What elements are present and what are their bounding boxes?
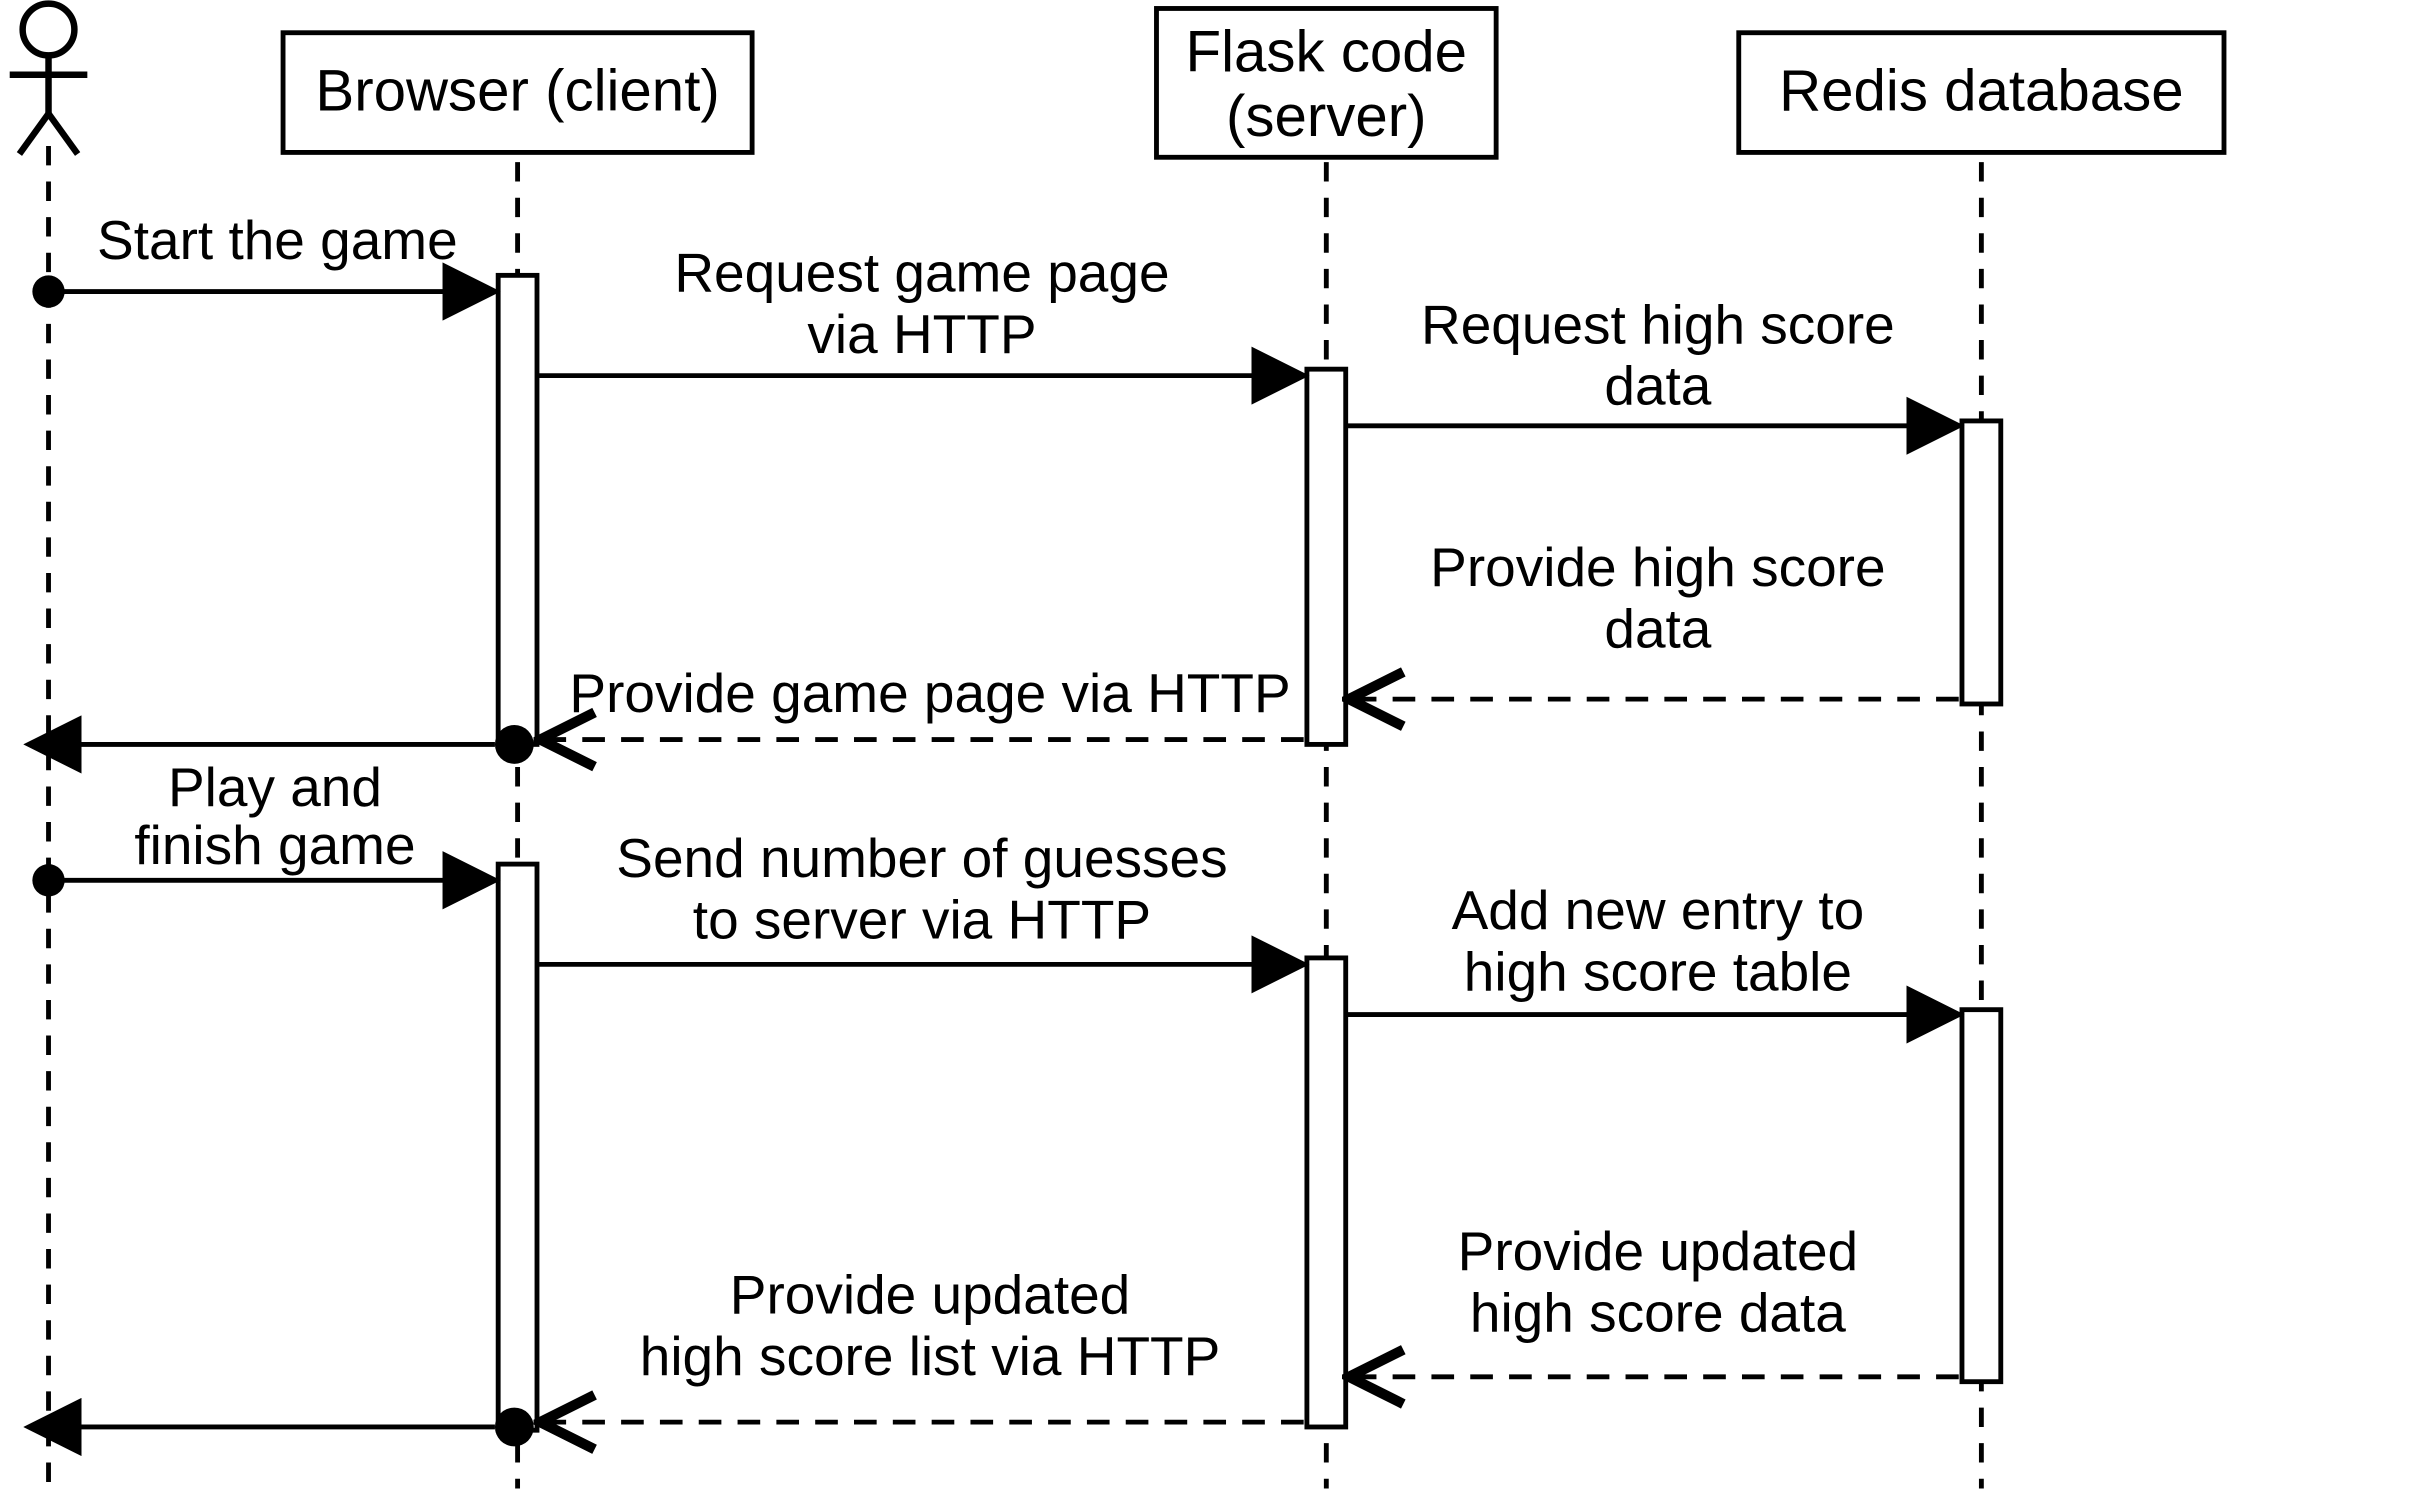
message-provide-page-label: Provide game page via HTTP — [569, 662, 1290, 724]
return-dot-2 — [495, 1408, 534, 1447]
message-play-finish-label-1: Play and — [168, 756, 382, 818]
message-request-page-label-1: Request game page — [674, 242, 1169, 304]
message-add-entry-label-2: high score table — [1464, 940, 1852, 1002]
participant-flask: Flask code (server) — [1156, 8, 1496, 157]
message-provide-updated-data-label-2: high score data — [1470, 1282, 1846, 1344]
message-request-page-label-2: via HTTP — [807, 303, 1036, 365]
participant-flask-label-1: Flask code — [1186, 20, 1468, 85]
activation-flask-2 — [1307, 958, 1346, 1427]
participant-redis-label: Redis database — [1779, 58, 2184, 123]
activation-redis-1 — [1962, 421, 2001, 704]
message-start-game-label: Start the game — [97, 209, 458, 271]
actor-icon — [10, 4, 88, 154]
message-provide-updated-data-label-1: Provide updated — [1458, 1220, 1858, 1282]
message-add-entry-label-1: Add new entry to — [1452, 879, 1865, 941]
return-dot-1 — [495, 725, 534, 764]
participant-browser-label: Browser (client) — [315, 58, 719, 123]
activation-browser-2 — [498, 864, 537, 1430]
message-play-finish-label-2: finish game — [134, 814, 415, 876]
participant-redis: Redis database — [1739, 33, 2224, 153]
activation-flask-1 — [1307, 369, 1346, 744]
message-provide-updated-list-label-2: high score list via HTTP — [640, 1325, 1221, 1387]
message-send-guesses-label-2: to server via HTTP — [693, 889, 1151, 951]
message-provide-score-label-2: data — [1604, 597, 1711, 659]
message-request-score-label-1: Request high score — [1421, 293, 1895, 355]
activation-redis-2 — [1962, 1010, 2001, 1382]
message-provide-updated-list-label-1: Provide updated — [730, 1264, 1130, 1326]
sequence-diagram: Browser (client) Flask code (server) Red… — [0, 0, 2410, 1505]
participant-flask-label-2: (server) — [1226, 84, 1427, 149]
message-send-guesses-label-1: Send number of guesses — [616, 827, 1227, 889]
participant-browser: Browser (client) — [283, 33, 752, 153]
activation-browser-1 — [498, 275, 537, 744]
message-provide-score-label-1: Provide high score — [1430, 536, 1885, 598]
message-request-score-label-2: data — [1604, 355, 1711, 417]
